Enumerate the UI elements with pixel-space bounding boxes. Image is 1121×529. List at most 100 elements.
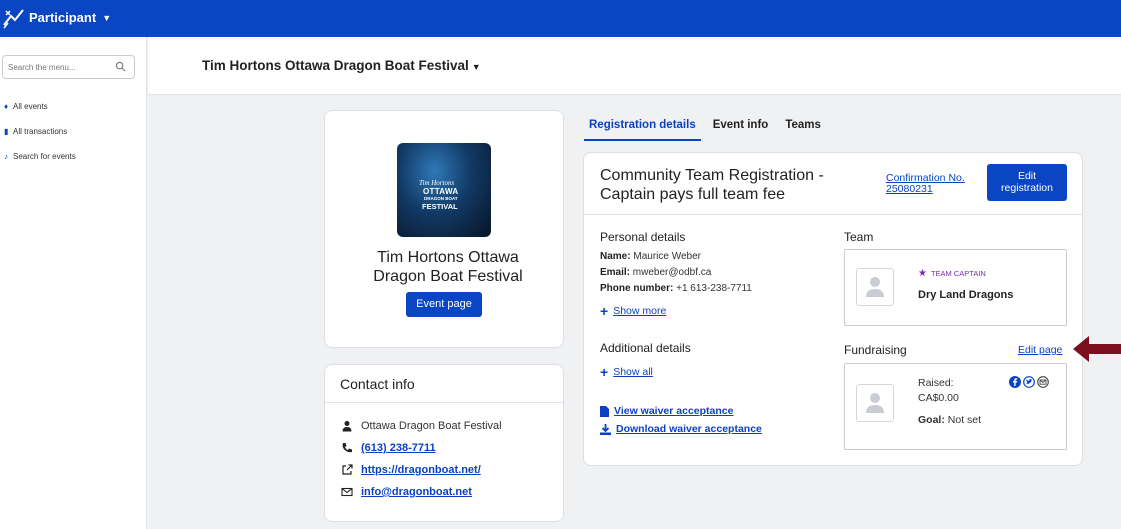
show-more-label: Show more [613,305,667,317]
divider [584,214,1082,215]
team-title: Team [844,230,874,244]
name-label: Name: [600,251,631,262]
edit-page-link[interactable]: Edit page [1018,344,1062,356]
contact-website: https://dragonboat.net/ [341,464,481,476]
show-more-link[interactable]: + Show more [600,303,667,319]
download-icon [600,423,611,435]
participant-name: Name: Maurice Weber [600,251,701,262]
email-share-icon[interactable] [1037,376,1049,388]
sidebar-item-label: Search for events [13,152,76,161]
download-waiver-link[interactable]: Download waiver acceptance [600,423,762,435]
event-page-button[interactable]: Event page [406,292,482,317]
phone-icon [342,443,352,453]
show-all-link[interactable]: + Show all [600,364,653,380]
plus-icon: + [600,364,609,380]
event-logo-image: Tim Hortons OTTAWA DRAGON BOAT FESTIVAL [397,143,491,237]
event-logo-line2: DRAGON BOAT [424,196,458,201]
event-selector[interactable]: Tim Hortons Ottawa Dragon Boat Festival ▼ [202,58,481,73]
page-header: Tim Hortons Ottawa Dragon Boat Festival ▼ [148,37,1121,95]
chevron-down-icon: ▼ [471,62,481,72]
additional-details-title: Additional details [600,341,691,355]
fundraising-avatar [856,384,894,422]
transactions-icon: ▮ [4,127,9,136]
registration-card: Community Team Registration - Captain pa… [583,152,1083,466]
raised-value: CA$0.00 [918,392,959,404]
app-logo-icon[interactable] [2,7,26,29]
team-name: Dry Land Dragons [918,289,1014,301]
star-icon: ★ [918,268,927,279]
phone-value: +1 613-238-7711 [676,283,752,294]
phone-label: Phone number: [600,283,674,294]
view-waiver-label: View waiver acceptance [614,405,734,417]
event-logo-line1: OTTAWA [423,187,459,196]
goal-value: Not set [947,414,982,426]
fundraising-box: Raised: CA$0.00 Goal: Not set [844,363,1067,450]
organization-name: Ottawa Dragon Boat Festival [361,420,502,432]
fundraising-title: Fundraising [844,343,907,357]
event-title: Tim Hortons Ottawa Dragon Boat Festival [202,58,469,73]
sidebar: ♦ All events ▮ All transactions ♪ Search… [0,37,147,529]
sidebar-item-search-events[interactable]: ♪ Search for events [4,152,76,161]
social-share [1009,376,1049,388]
external-link-icon [342,464,353,475]
raised-label: Raised: [918,377,954,389]
chevron-down-icon: ▼ [102,12,112,23]
personal-details-title: Personal details [600,230,686,244]
participant-phone: Phone number: +1 613-238-7711 [600,283,752,294]
confirmation-link[interactable]: Confirmation No. 25080231 [886,173,965,195]
team-captain-badge: ★ TEAM CAPTAIN [918,268,986,279]
person-icon [342,421,352,432]
participant-email: Email: mweber@odbf.ca [600,267,711,278]
event-name-line2: Dragon Boat Festival [373,268,523,285]
search-events-icon: ♪ [4,152,8,161]
email-label: Email: [600,267,631,278]
team-box[interactable]: ★ TEAM CAPTAIN Dry Land Dragons [844,249,1067,326]
top-bar: Participant ▼ [0,0,1121,37]
goal-label: Goal: [918,414,945,426]
contact-email: info@dragonboat.net [341,486,472,498]
registration-title: Community Team Registration - Captain pa… [600,167,824,203]
facebook-icon[interactable] [1009,376,1021,388]
view-waiver-link[interactable]: View waiver acceptance [600,405,733,417]
contact-phone: (613) 238-7711 [341,442,436,454]
confirmation-number: 25080231 [886,183,933,195]
email-link[interactable]: info@dragonboat.net [361,486,472,498]
annotation-arrow-icon [1073,336,1121,362]
tab-teams[interactable]: Teams [780,119,826,141]
sidebar-item-label: All transactions [13,127,68,136]
edit-registration-line2: registration [1001,182,1053,194]
event-logo-brand: Tim Hortons [419,179,455,187]
captain-label: TEAM CAPTAIN [930,269,986,278]
contact-card: Contact info Ottawa Dragon Boat Festival… [324,364,564,522]
website-link[interactable]: https://dragonboat.net/ [361,464,481,476]
event-name-line1: Tim Hortons Ottawa [377,249,519,266]
name-value: Maurice Weber [633,251,701,262]
document-icon [600,405,609,417]
phone-link[interactable]: (613) 238-7711 [361,442,436,454]
tab-event-info[interactable]: Event info [708,119,774,141]
contact-organization: Ottawa Dragon Boat Festival [341,420,502,432]
event-icon: ♦ [4,102,9,111]
event-name: Tim Hortons Ottawa Dragon Boat Festival [343,248,553,286]
sidebar-item-all-events[interactable]: ♦ All events [4,102,48,111]
sidebar-item-all-transactions[interactable]: ▮ All transactions [4,127,67,136]
download-waiver-label: Download waiver acceptance [616,423,762,435]
role-switcher[interactable]: Participant ▼ [29,10,111,25]
sidebar-item-label: All events [13,102,48,111]
avatar-placeholder-icon [866,393,884,413]
search-icon[interactable] [115,61,126,72]
event-logo-line3: FESTIVAL [422,202,458,211]
contact-title: Contact info [325,365,563,403]
twitter-icon[interactable] [1023,376,1035,388]
avatar-placeholder-icon [866,277,884,297]
tab-registration-details[interactable]: Registration details [584,119,701,141]
plus-icon: + [600,303,609,319]
goal: Goal: Not set [918,414,981,426]
menu-search [2,55,135,79]
menu-search-input[interactable] [3,56,113,78]
show-all-label: Show all [613,366,653,378]
detail-tabs: Registration details Event info Teams [584,119,833,141]
edit-registration-button[interactable]: Edit registration [987,164,1067,201]
envelope-icon [341,487,353,497]
email-value: mweber@odbf.ca [632,267,712,278]
